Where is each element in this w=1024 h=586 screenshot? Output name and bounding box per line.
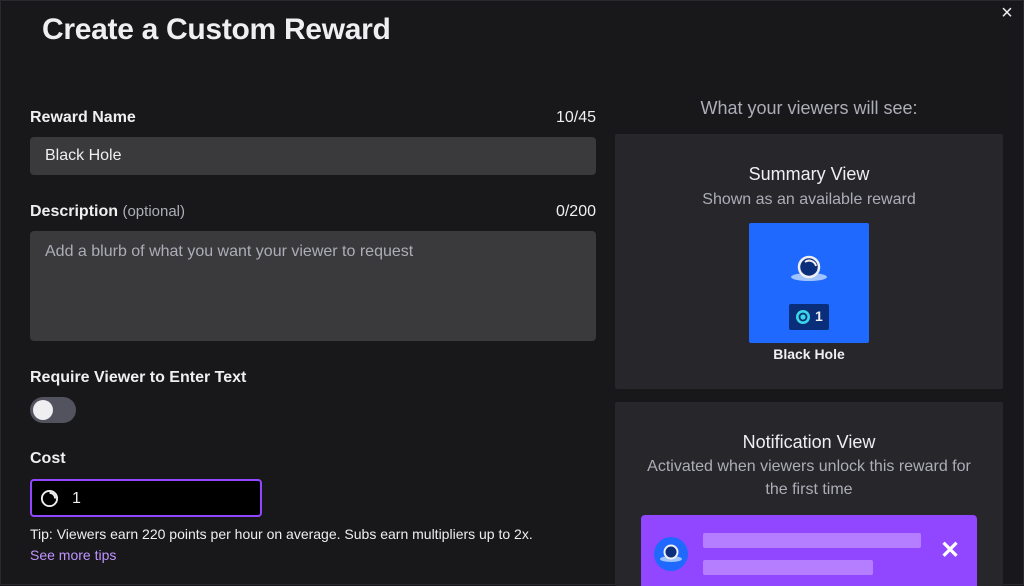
reward-name-input[interactable] (30, 137, 596, 175)
notification-view-subtitle: Activated when viewers unlock this rewar… (647, 458, 971, 498)
preview-heading: What your viewers will see: (700, 98, 918, 118)
modal-title: Create a Custom Reward (42, 13, 391, 46)
description-textarea[interactable] (30, 231, 596, 341)
description-label: Description (optional) (30, 203, 185, 221)
require-text-label: Require Viewer to Enter Text (30, 369, 247, 386)
reward-tile[interactable]: 1 (749, 223, 869, 343)
close-icon[interactable]: × (997, 3, 1017, 23)
summary-view-subtitle: Shown as an available reward (702, 191, 916, 208)
channel-points-icon (40, 489, 59, 508)
black-hole-icon (791, 255, 827, 281)
toggle-knob (33, 400, 53, 420)
tile-cost-value: 1 (815, 308, 823, 324)
tip-text: Tip: Viewers earn 220 points per hour on… (30, 526, 533, 542)
notification-banner: ✕ (641, 515, 977, 586)
tile-reward-name: Black Hole (773, 346, 845, 362)
reward-name-label: Reward Name (30, 109, 136, 126)
reward-avatar-icon (654, 537, 688, 571)
banner-close-icon[interactable]: ✕ (939, 539, 961, 563)
cost-label: Cost (30, 450, 66, 467)
description-counter: 0/200 (555, 203, 596, 220)
banner-placeholder-line-1 (703, 533, 921, 548)
channel-points-icon (796, 310, 810, 324)
reward-name-counter: 10/45 (555, 109, 596, 126)
create-reward-modal: Create a Custom Reward × Reward Name 10/… (0, 0, 1024, 586)
notification-view-card: Notification View Activated when viewers… (615, 402, 1003, 586)
description-optional-text: (optional) (122, 203, 186, 220)
banner-placeholder-line-2 (703, 560, 873, 575)
summary-view-card: Summary View Shown as an available rewar… (615, 134, 1003, 389)
cost-input[interactable]: 1 (30, 479, 262, 517)
tile-cost-badge: 1 (789, 304, 829, 330)
summary-view-title: Summary View (748, 164, 870, 184)
require-text-toggle[interactable] (30, 397, 76, 423)
description-label-text: Description (30, 203, 119, 220)
cost-value: 1 (72, 490, 81, 507)
notification-view-title: Notification View (742, 432, 876, 452)
see-more-tips-link[interactable]: See more tips (30, 547, 116, 563)
